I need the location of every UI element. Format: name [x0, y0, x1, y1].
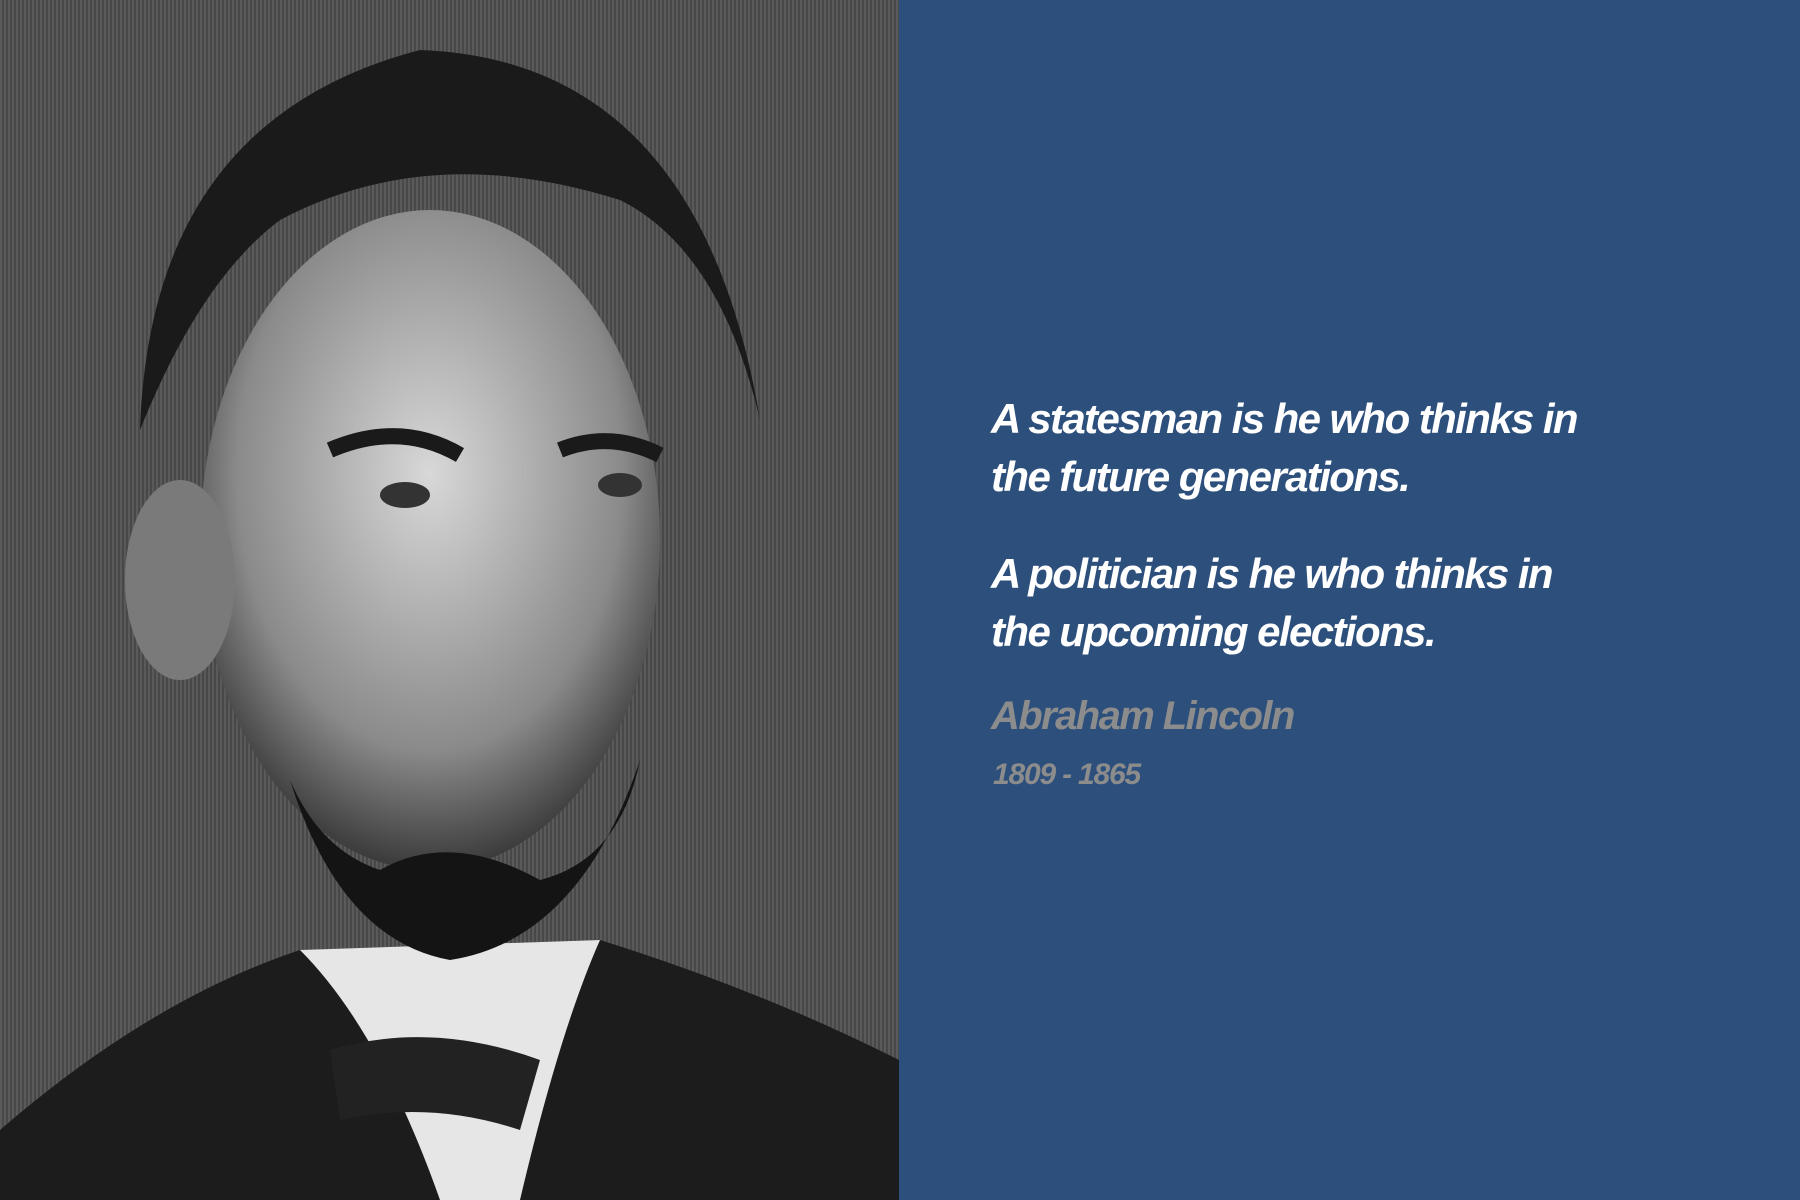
ear — [125, 480, 235, 680]
author-years: 1809 - 1865 — [993, 758, 1141, 791]
eye — [598, 473, 642, 497]
quote-politician-line-2: the upcoming elections. — [991, 608, 1437, 655]
face — [200, 210, 660, 870]
eye — [380, 482, 430, 508]
quote-politician-line-1: A politician is he who thinks in — [991, 550, 1554, 597]
author-name: Abraham Lincoln — [991, 694, 1295, 738]
quote-statesman-line-2: the future generations. — [991, 453, 1411, 500]
portrait-photo — [0, 0, 899, 1200]
quote-statesman-line-1: A statesman is he who thinks in — [991, 395, 1579, 442]
portrait-illustration — [0, 50, 899, 1200]
